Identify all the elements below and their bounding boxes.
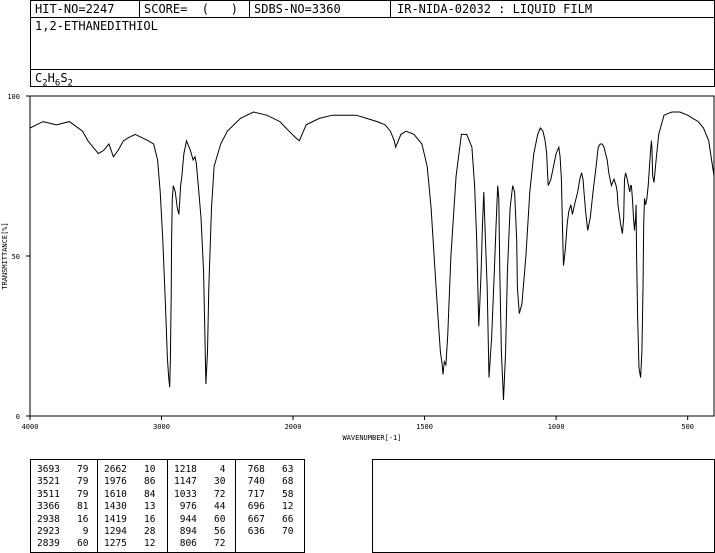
peak-row: 3366 81 [37,501,89,513]
peak-row: 894 56 [174,526,226,538]
plot-frame [29,95,715,417]
peak-row: 636 70 [242,526,294,538]
peak-row: 1294 28 [104,526,156,538]
peak-column: 2662 10 1976 86 1610 84 1430 13 1419 16 1294 … [104,464,155,551]
peak-table: 3693 79 3521 79 3511 79 3366 81 2938 16 2923 … [30,459,305,553]
peak-column: 3693 79 3521 79 3511 79 3366 81 2938 16 2923 … [37,464,88,551]
peak-row: 1430 13 [104,501,156,513]
peak-row: 976 44 [174,501,226,513]
y-tick-label: 50 [12,253,20,261]
score: SCORE= ( ) [144,2,238,16]
peak-row: 1218 4 [174,464,226,475]
y-axis-label: TRANSMITTANCE[%] [1,222,9,289]
measurement-method: IR-NIDA-02032 : LIQUID FILM [397,2,593,16]
peak-row: 2938 16 [37,513,89,525]
x-tick-label: 4000 [22,423,39,431]
x-tick-label: 1500 [416,423,433,431]
peak-row: 667 66 [242,513,294,525]
header-bar: HIT-NO=2247 SCORE= ( ) SDBS-NO=3360 IR-N… [30,0,715,18]
formula-box: C2H6S2 [30,69,715,89]
peak-row: 1275 12 [104,538,156,550]
peak-row: 3693 79 [37,464,89,475]
peak-row: 3521 79 [37,476,89,488]
x-axis-label: WAVENUMBER[-1] [342,434,401,442]
peak-row: 717 58 [242,488,294,500]
peak-row: 2662 10 [104,464,156,475]
peak-row: 1147 30 [174,476,226,488]
peak-row: 1419 16 [104,513,156,525]
y-tick-label: 100 [7,93,20,101]
x-tick-label: 1000 [548,423,565,431]
peak-row: 2923 9 [37,526,89,538]
peak-row: 1610 84 [104,488,156,500]
peak-row: 1976 86 [104,476,156,488]
x-tick-label: 2000 [285,423,302,431]
peak-column: 768 63 740 68 717 58 696 12 667 66 636 7… [242,464,294,538]
peak-column: 1218 4 1147 30 1033 72 976 44 944 60 894 5… [174,464,225,551]
y-tick-label: 0 [16,413,20,421]
peak-row: 944 60 [174,513,226,525]
peak-row: 2839 60 [37,538,89,550]
x-tick-label: 500 [681,423,694,431]
peak-row: 696 12 [242,501,294,513]
peak-row: 740 68 [242,476,294,488]
peak-row: 3511 79 [37,488,89,500]
sdbs-number: SDBS-NO=3360 [254,2,341,16]
spectrum-line [29,111,715,401]
peak-row: 1033 72 [174,488,226,500]
peak-row: 806 72 [174,538,226,550]
comment-box [372,459,715,553]
peak-row: 768 63 [242,464,294,475]
x-tick-label: 3000 [153,423,170,431]
molecular-formula: C2H6S2 [35,71,73,89]
hit-number: HIT-NO=2247 [35,2,115,16]
compound-name-box: 1,2-ETHANEDITHIOL [30,17,715,70]
compound-name: 1,2-ETHANEDITHIOL [35,19,158,33]
